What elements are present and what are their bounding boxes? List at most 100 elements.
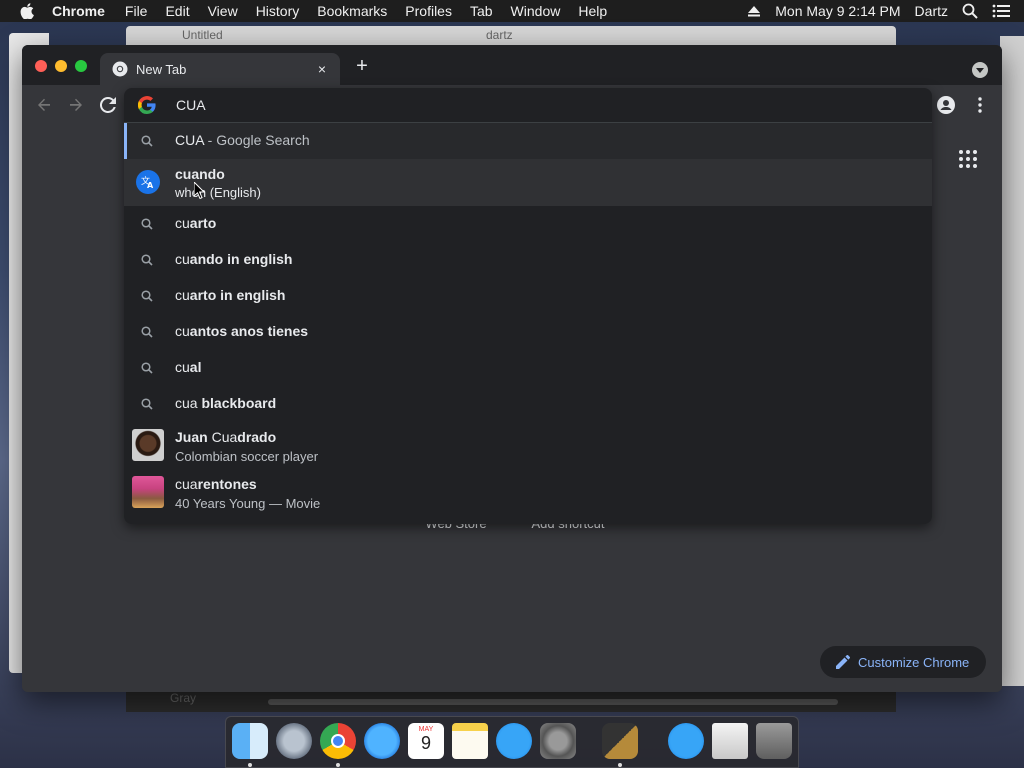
- suggestion-title: Juan Cuadrado: [175, 429, 276, 445]
- menu-tab[interactable]: Tab: [470, 3, 493, 19]
- menubar-user[interactable]: Dartz: [915, 3, 948, 19]
- mouse-cursor-icon: [193, 180, 206, 204]
- search-icon: [139, 360, 155, 376]
- suggestion-subtitle: Colombian soccer player: [175, 449, 319, 464]
- menu-history[interactable]: History: [256, 3, 300, 19]
- suggestion-search[interactable]: cuantos anos tienes: [124, 314, 932, 350]
- suggestion-completion: ando in english: [189, 251, 293, 267]
- suggestion-completion: arto: [189, 215, 217, 231]
- window-minimize-button[interactable]: [55, 60, 67, 72]
- menubar-clock[interactable]: Mon May 9 2:14 PM: [775, 3, 900, 19]
- suggestion-translate[interactable]: 文A cuando when (English): [124, 159, 932, 206]
- menu-help[interactable]: Help: [578, 3, 607, 19]
- running-indicator: [248, 763, 252, 767]
- window-maximize-button[interactable]: [75, 60, 87, 72]
- suggestion-text: CUA - Google Search: [175, 132, 310, 148]
- tab-strip: New Tab × +: [22, 45, 1002, 85]
- launchpad-icon[interactable]: [276, 723, 312, 759]
- calendar-icon[interactable]: MAY 9: [408, 723, 444, 759]
- google-apps-grid-icon[interactable]: [956, 147, 980, 171]
- omnibox-dropdown: CUA CUA - Google Search 文A cuando when (…: [124, 88, 932, 524]
- suggestion-completion: blackboard: [197, 395, 277, 411]
- notes-icon[interactable]: [452, 723, 488, 759]
- more-menu-icon[interactable]: [970, 95, 990, 115]
- customize-chrome-label: Customize Chrome: [858, 654, 970, 670]
- omnibox-input[interactable]: CUA: [176, 97, 206, 113]
- background-window-titlebar[interactable]: Untitled dartz: [126, 26, 896, 46]
- xcode-icon[interactable]: [602, 723, 638, 759]
- system-preferences-icon[interactable]: [540, 723, 576, 759]
- suggestion-typed: cu: [175, 215, 190, 231]
- search-icon: [139, 396, 155, 412]
- suggestion-completion: antos anos tienes: [189, 323, 309, 339]
- entity-title-rest: drado: [237, 429, 277, 445]
- downloads-icon[interactable]: [712, 723, 748, 759]
- background-window-label: Gray: [170, 691, 197, 705]
- pencil-icon: [836, 655, 850, 669]
- menu-edit[interactable]: Edit: [165, 3, 189, 19]
- search-icon: [139, 216, 155, 232]
- back-arrow-icon[interactable]: [34, 95, 54, 115]
- menu-window[interactable]: Window: [511, 3, 561, 19]
- omnibox-input-row[interactable]: CUA: [124, 88, 932, 122]
- suggestion-text: cua blackboard: [175, 395, 276, 411]
- background-window-right[interactable]: [1000, 36, 1024, 686]
- suggestion-google-search[interactable]: CUA - Google Search: [124, 123, 932, 159]
- safari-icon[interactable]: [364, 723, 400, 759]
- suggestion-typed: cu: [175, 359, 190, 375]
- new-tab-button[interactable]: +: [352, 56, 372, 77]
- menu-app-name[interactable]: Chrome: [52, 3, 105, 19]
- customize-chrome-button[interactable]: Customize Chrome: [820, 646, 986, 678]
- reload-icon[interactable]: [98, 95, 118, 115]
- window-close-button[interactable]: [35, 60, 47, 72]
- search-icon: [139, 324, 155, 340]
- profile-avatar-icon[interactable]: [936, 95, 956, 115]
- chrome-icon[interactable]: [320, 723, 356, 759]
- suggestion-search[interactable]: cuarto: [124, 206, 932, 242]
- suggestion-search[interactable]: cua blackboard: [124, 386, 932, 422]
- suggestion-entity[interactable]: cuarentones 40 Years Young — Movie: [124, 469, 932, 516]
- suggestion-subtitle: 40 Years Young — Movie: [175, 496, 321, 511]
- search-icon: [139, 133, 155, 149]
- suggestion-query: CUA: [175, 132, 204, 148]
- suggestion-subtitle: when (English): [175, 185, 261, 200]
- suggestion-search[interactable]: cuando in english: [124, 242, 932, 278]
- suggestion-text: cuantos anos tienes: [175, 323, 308, 339]
- finder-icon[interactable]: [232, 723, 268, 759]
- trash-icon[interactable]: [756, 723, 792, 759]
- suggestion-text: cuando in english: [175, 251, 292, 267]
- suggestion-text: cuarto: [175, 215, 216, 231]
- entity-title-typed: cua: [175, 476, 198, 492]
- menu-bar: Chrome File Edit View History Bookmarks …: [0, 0, 1024, 22]
- tab-search-chevron-icon[interactable]: [972, 62, 988, 78]
- notification-center-icon[interactable]: [992, 4, 1010, 18]
- tab-close-icon[interactable]: ×: [314, 61, 330, 77]
- suggestion-text: cual: [175, 359, 201, 375]
- forward-arrow-icon[interactable]: [66, 95, 86, 115]
- eject-icon[interactable]: [747, 5, 761, 17]
- menu-file[interactable]: File: [125, 3, 148, 19]
- entity-title-rest: rentones: [197, 476, 257, 492]
- suggestion-typed: cu: [175, 251, 190, 267]
- search-icon: [139, 252, 155, 268]
- suggestion-search[interactable]: cuarto in english: [124, 278, 932, 314]
- background-window-title-2: dartz: [486, 28, 513, 42]
- app-store-icon-2[interactable]: [668, 723, 704, 759]
- translate-icon: 文A: [136, 170, 160, 194]
- spotlight-search-icon[interactable]: [962, 3, 978, 19]
- tab-title: New Tab: [136, 61, 187, 77]
- suggestion-search[interactable]: cual: [124, 350, 932, 386]
- menu-view[interactable]: View: [208, 3, 238, 19]
- calendar-month: MAY: [418, 726, 434, 733]
- apple-logo-icon[interactable]: [20, 3, 38, 19]
- tab-new-tab[interactable]: New Tab ×: [100, 53, 340, 85]
- search-icon: [139, 288, 155, 304]
- running-indicator: [336, 763, 340, 767]
- background-scrollbar[interactable]: [268, 699, 838, 705]
- menu-profiles[interactable]: Profiles: [405, 3, 452, 19]
- suggestion-title: cuarentones: [175, 476, 257, 492]
- suggestion-entity[interactable]: Juan Cuadrado Colombian soccer player: [124, 422, 932, 469]
- menu-bookmarks[interactable]: Bookmarks: [317, 3, 387, 19]
- suggestion-typed: cu: [175, 287, 190, 303]
- app-store-icon[interactable]: [496, 723, 532, 759]
